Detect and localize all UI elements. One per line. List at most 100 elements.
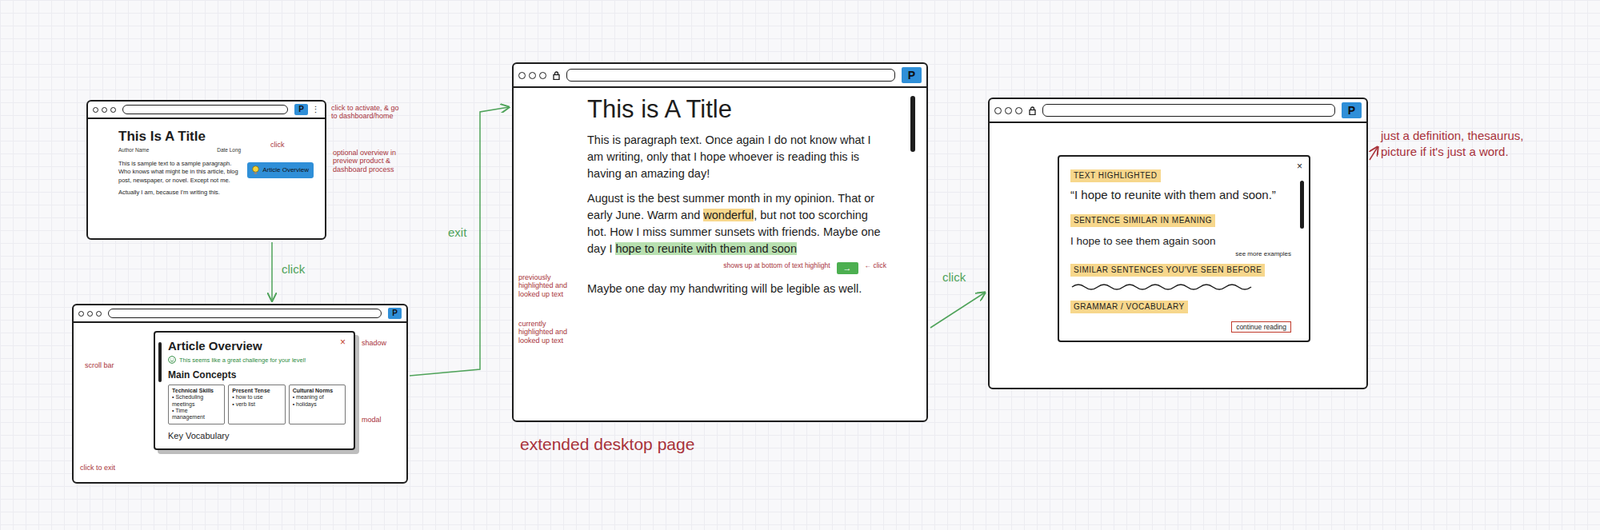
window-control-icon[interactable]: [528, 72, 536, 80]
article-overview-window: P Article Overview × This seems like a grea…: [72, 304, 408, 484]
smiley-icon: [168, 356, 176, 364]
browser-toolbar: P⋮: [88, 101, 325, 120]
concepts-heading: Main Concepts: [168, 368, 346, 383]
level-message: This seems like a great challenge for yo…: [168, 356, 346, 365]
article-title: This Is A Title: [118, 128, 241, 145]
modal-header: Article Overview ×: [168, 337, 346, 356]
lookup-panel: ×TEXT HIGHLIGHTED“I hope to reunite with…: [1057, 155, 1311, 343]
annotation: ← click: [864, 262, 887, 271]
reader-paragraph: Maybe one day my handwriting will be leg…: [587, 280, 887, 298]
extension-logo[interactable]: P: [388, 308, 402, 320]
address-bar[interactable]: [108, 308, 382, 319]
reader-paragraph: August is the best summer month in my op…: [587, 190, 887, 258]
byline-item: Date Long: [216, 146, 241, 155]
window-control-icon[interactable]: [78, 311, 84, 317]
article-overview-button[interactable]: Article Overview: [247, 162, 314, 179]
page-title: This is A Title: [587, 94, 887, 124]
article-preview: This Is A TitleAuthor Name Date Long This …: [88, 119, 325, 208]
concept-title: Present Tense: [232, 388, 281, 395]
concept-point: • holidays: [292, 401, 342, 408]
page-caption: extended desktop page: [520, 432, 695, 458]
flow-arrow: [409, 107, 509, 376]
lookup-window: P ×TEXT HIGHLIGHTED“I hope to reunite wit…: [988, 97, 1368, 390]
window-control-icon[interactable]: [1004, 107, 1012, 115]
see-more-link[interactable]: see more examples: [1070, 249, 1292, 260]
address-bar[interactable]: [122, 104, 288, 115]
panel-footer: continue reading: [1070, 321, 1292, 333]
article-preview-window: P⋮This Is A TitleAuthor NameDate LongThi…: [86, 100, 327, 240]
window-control-icon[interactable]: [994, 107, 1002, 115]
continue-reading-button[interactable]: continue reading: [1231, 321, 1292, 333]
similar-sentence: I hope to see them again soon: [1070, 233, 1292, 250]
concept-list: Technical Skills• Scheduling meetings• T…: [168, 384, 346, 425]
lightbulb-icon: [252, 165, 260, 176]
annotation: click to exit: [80, 464, 149, 472]
reader-window: P This is A Title This is paragraph text. …: [512, 62, 928, 423]
flow-arrow: [930, 292, 985, 328]
modal-title: Article Overview: [168, 337, 263, 356]
annotation: click: [270, 140, 285, 149]
menu-button[interactable]: ⋮: [311, 105, 320, 115]
scroll-bar[interactable]: [158, 342, 162, 383]
extension-logo[interactable]: P: [901, 67, 922, 84]
text-run: This is paragraph text. Once again I do …: [587, 133, 872, 180]
lookup-row: shows up at bottom of text highlight→← c…: [587, 262, 887, 275]
browser-toolbar: P: [513, 64, 927, 88]
annotation: click to activate, & go to dashboard/hom…: [331, 104, 404, 121]
window-control-icon[interactable]: [87, 311, 93, 317]
scroll-bar[interactable]: [1300, 180, 1304, 229]
squiggle-placeholder: [1070, 281, 1292, 292]
section-label: GRAMMAR / VOCABULARY: [1070, 300, 1188, 314]
section-label: SENTENCE SIMILAR IN MEANING: [1070, 214, 1216, 228]
section-label: SIMILAR SENTENCES YOU'VE SEEN BEFORE: [1070, 264, 1265, 277]
lock-icon: [552, 71, 560, 80]
annotation: shadow: [361, 339, 387, 348]
article-content: This Is A TitleAuthor Name Date Long This …: [118, 128, 241, 201]
article-paragraph: This is sample text to a sample paragrap…: [118, 160, 241, 184]
flow-label: click: [281, 260, 305, 280]
article-paragraph: Actually I am, because I'm writing this.: [118, 188, 241, 197]
concept-card[interactable]: Technical Skills• Scheduling meetings• T…: [168, 384, 225, 425]
window-control-icon[interactable]: [92, 107, 99, 113]
concept-card[interactable]: Cultural Norms• meaning of• holidays: [288, 384, 346, 425]
lock-icon: [1028, 106, 1036, 116]
address-bar[interactable]: [566, 68, 896, 82]
window-control-icon[interactable]: [101, 107, 108, 113]
concept-point: • how to use: [232, 394, 281, 401]
window-control-icon[interactable]: [518, 72, 526, 80]
highlighted-text[interactable]: hope to reunite with them and soon: [615, 242, 797, 256]
concept-title: Technical Skills: [172, 388, 221, 395]
annotation-arrow: [1369, 147, 1378, 160]
wireframe-canvas: P⋮This Is A TitleAuthor NameDate LongThi…: [0, 0, 1600, 530]
concept-card[interactable]: Present Tense• how to use• verb list: [228, 384, 285, 425]
byline-item: Author Name: [118, 146, 149, 155]
window-control-icon[interactable]: [539, 72, 547, 80]
vocabulary-heading: Key Vocabulary: [168, 429, 346, 444]
concept-point: • meaning of: [292, 394, 342, 401]
flow-arrow: [271, 242, 273, 301]
text-run: Maybe one day my handwriting will be leg…: [587, 282, 862, 296]
window-control-icon[interactable]: [110, 107, 116, 113]
browser-toolbar: P: [989, 99, 1367, 124]
address-bar[interactable]: [1042, 104, 1336, 117]
button-label: Article Overview: [262, 167, 309, 175]
scroll-bar[interactable]: [910, 96, 916, 152]
window-control-icon[interactable]: [96, 311, 102, 317]
annotation: modal: [361, 416, 382, 424]
overview-modal: Article Overview × This seems like a great…: [153, 331, 356, 451]
reader-paragraph: This is paragraph text. Once again I do …: [587, 132, 887, 183]
flow-label: exit: [448, 224, 467, 243]
overview-page: Article Overview × This seems like a great…: [73, 323, 407, 451]
annotation: currently highlighted and looked up text: [518, 320, 583, 345]
annotation: optional overview in preview product & d…: [332, 148, 407, 174]
highlighted-text[interactable]: wonderful: [703, 208, 754, 222]
lookup-button[interactable]: →: [836, 262, 859, 275]
flow-label: click: [942, 268, 966, 288]
close-button[interactable]: ×: [340, 337, 346, 348]
concept-point: • Scheduling meetings: [172, 394, 221, 408]
close-button[interactable]: ×: [1296, 161, 1303, 172]
concept-point: • Time management: [172, 408, 221, 422]
extension-logo[interactable]: P: [294, 104, 308, 116]
extension-logo[interactable]: P: [1341, 102, 1362, 119]
window-control-icon[interactable]: [1015, 107, 1023, 115]
